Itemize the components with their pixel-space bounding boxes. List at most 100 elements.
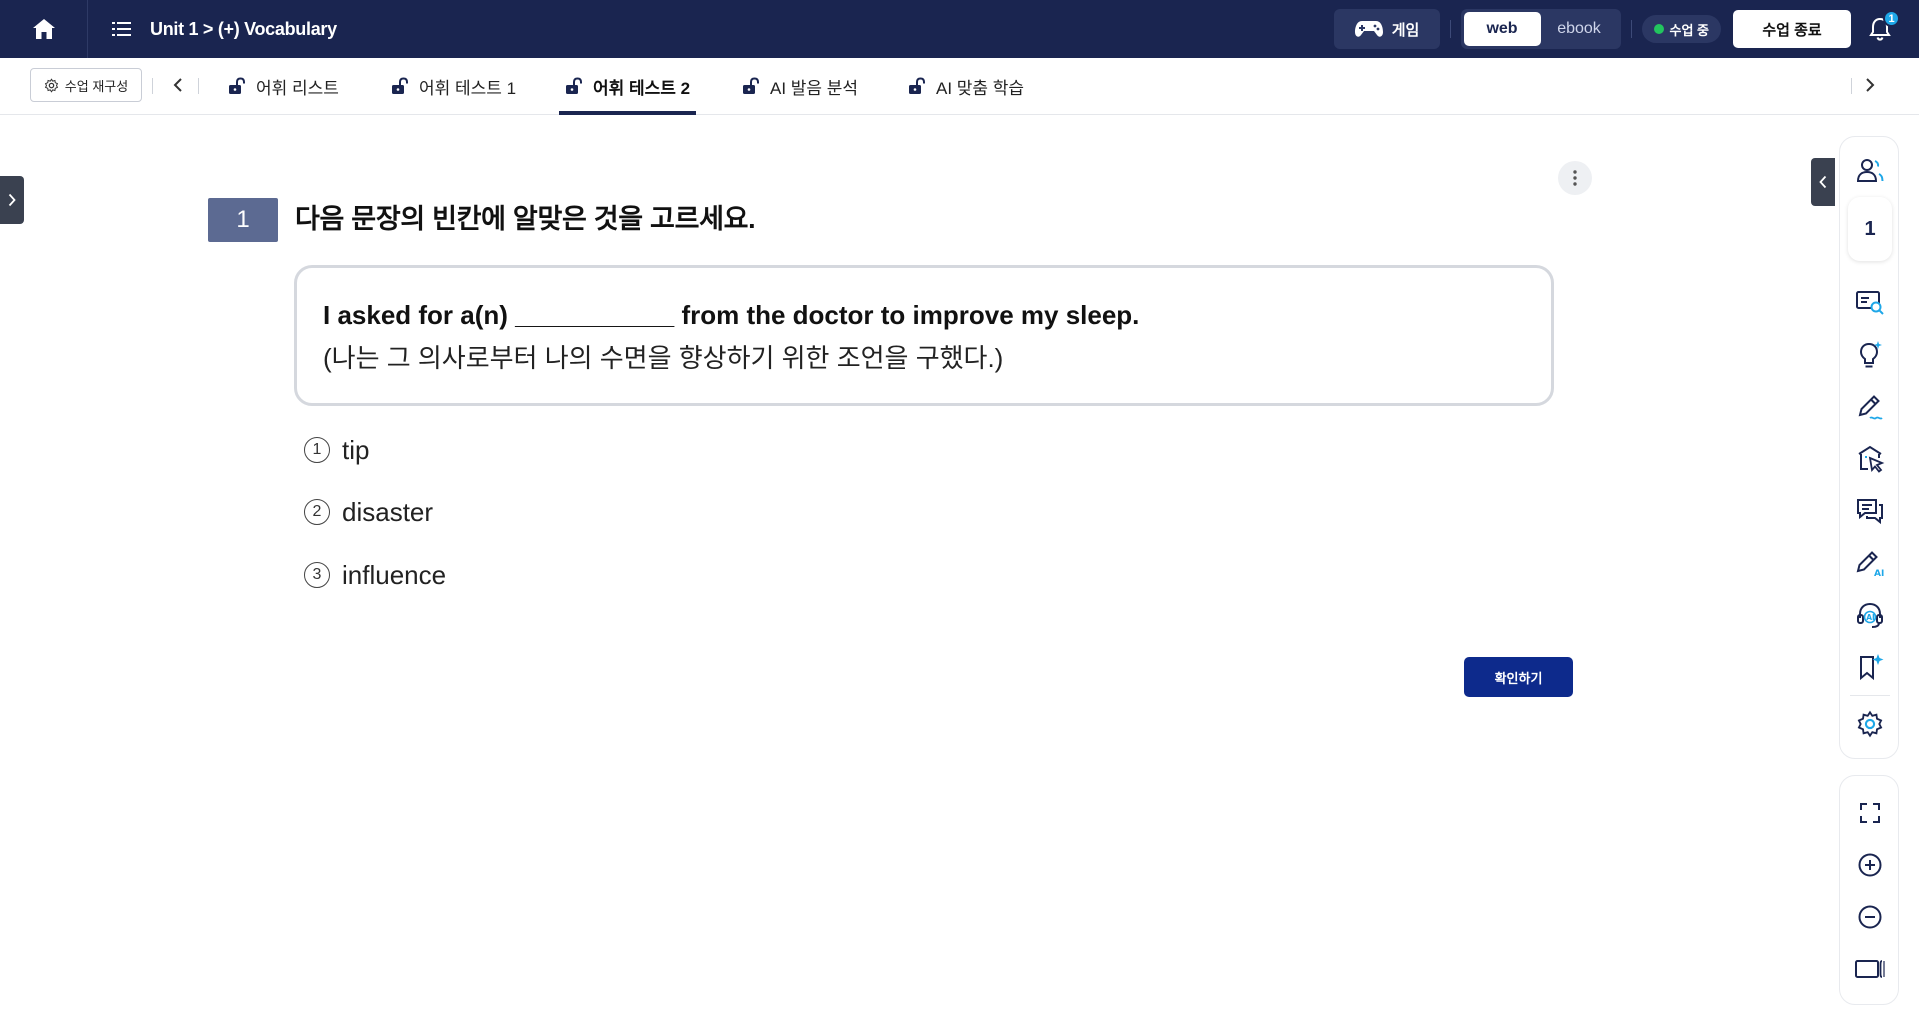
- chat-icon: [1857, 499, 1883, 525]
- chat-button[interactable]: [1849, 490, 1891, 532]
- question-title: 다음 문장의 빈칸에 알맞은 것을 고르세요.: [295, 204, 756, 234]
- fullscreen-icon: [1860, 803, 1880, 823]
- chevron-left-icon: [1819, 175, 1827, 189]
- divider: [1850, 695, 1890, 696]
- pen-icon: [1858, 395, 1883, 420]
- choice-text: tip: [342, 434, 370, 465]
- idea-icon: [1859, 341, 1882, 368]
- ai-speaking-button[interactable]: AI: [1849, 594, 1891, 636]
- ai-headset-icon: AI: [1857, 602, 1883, 628]
- unlock-icon: [392, 77, 408, 94]
- right-drawer-toggle[interactable]: [1811, 158, 1835, 206]
- tab-ai-custom-learning[interactable]: AI 맞춤 학습: [902, 58, 1030, 114]
- tab-bar: 수업 재구성 어휘 리스트 어휘 테스트 1 어휘 테스트 2 AI 발음 분석…: [0, 58, 1919, 115]
- mode-toggle: web ebook: [1460, 9, 1621, 49]
- question-number: 1: [208, 198, 278, 242]
- more-options-button[interactable]: [1558, 161, 1592, 195]
- tab-vocab-list[interactable]: 어휘 리스트: [222, 58, 345, 114]
- mode-web-option[interactable]: web: [1463, 12, 1541, 46]
- question-passage-box: I asked for a(n) ___________ from the do…: [294, 265, 1554, 406]
- svg-text:AI: AI: [1866, 613, 1875, 622]
- divider: [152, 78, 153, 94]
- choice-number-mark: 2: [304, 499, 330, 525]
- choice-text: influence: [342, 559, 447, 590]
- question-sentence-ko: (나는 그 의사로부터 나의 수면을 향상하기 위한 조언을 구했다.): [323, 343, 1004, 373]
- notification-button[interactable]: 1: [1865, 10, 1900, 44]
- divider: [1630, 20, 1632, 38]
- home-button[interactable]: [0, 0, 88, 58]
- mode-ebook-option[interactable]: ebook: [1541, 12, 1618, 46]
- gear-icon: [1857, 710, 1883, 738]
- breadcrumb: Unit 1 > (+) Vocabulary: [150, 18, 337, 39]
- side-panel-button[interactable]: [1849, 948, 1891, 990]
- choice-text: disaster: [342, 496, 434, 527]
- more-vertical-icon: [1573, 170, 1577, 186]
- zoom-out-icon: [1858, 905, 1882, 929]
- chevron-right-icon: [1866, 78, 1875, 92]
- bookmark-button[interactable]: [1849, 646, 1891, 688]
- choice-option[interactable]: 2 disaster: [304, 492, 433, 532]
- left-drawer-toggle[interactable]: [0, 176, 24, 224]
- tab-label: 어휘 테스트 1: [419, 78, 517, 98]
- select-icon: [1858, 445, 1885, 473]
- student-count-badge: 1: [1848, 197, 1892, 261]
- chevron-right-icon: [8, 193, 16, 207]
- tabs-scroll-right-button[interactable]: [1858, 73, 1882, 97]
- game-button[interactable]: 게임: [1333, 9, 1440, 49]
- menu-button[interactable]: [112, 21, 132, 37]
- tab-vocab-test-2[interactable]: 어휘 테스트 2: [559, 58, 697, 115]
- gear-icon: [44, 77, 58, 93]
- reconfigure-class-button[interactable]: 수업 재구성: [30, 68, 142, 102]
- tab-vocab-test-1[interactable]: 어휘 테스트 1: [385, 58, 522, 114]
- end-class-button[interactable]: 수업 종료: [1733, 10, 1851, 48]
- gamepad-icon: [1354, 21, 1383, 37]
- divider: [198, 78, 199, 94]
- tabs-scroll-left-button[interactable]: [166, 73, 190, 97]
- view-tool-panel: [1839, 775, 1899, 1005]
- settings-button[interactable]: [1849, 703, 1891, 745]
- zoom-in-button[interactable]: [1849, 844, 1891, 886]
- zoom-out-button[interactable]: [1849, 896, 1891, 938]
- live-status-label: 수업 중: [1669, 22, 1710, 38]
- selection-tool-button[interactable]: [1849, 438, 1891, 480]
- ai-pen-icon: AI: [1856, 551, 1884, 578]
- chevron-left-icon: [173, 78, 182, 92]
- divider: [1449, 20, 1451, 38]
- unlock-icon: [743, 77, 759, 94]
- choice-option[interactable]: 1 tip: [304, 430, 369, 470]
- screen-search-icon: [1856, 291, 1884, 315]
- choice-number-mark: 3: [304, 562, 330, 588]
- tab-label: AI 맞춤 학습: [936, 78, 1025, 98]
- live-status-badge: 수업 중: [1641, 15, 1721, 43]
- list-icon: [112, 22, 131, 36]
- bookmark-star-icon: [1860, 654, 1884, 681]
- panel-icon: [1855, 960, 1885, 978]
- game-label: 게임: [1391, 21, 1420, 39]
- pen-tool-button[interactable]: [1849, 386, 1891, 428]
- unlock-icon: [566, 77, 582, 94]
- students-icon: [1856, 159, 1884, 182]
- unlock-icon: [909, 77, 925, 94]
- ai-writing-button[interactable]: AI: [1849, 542, 1891, 584]
- choice-number-mark: 1: [304, 437, 330, 463]
- teacher-tool-panel: 1 AI AI: [1839, 136, 1899, 759]
- students-button[interactable]: [1849, 149, 1891, 191]
- tab-label: AI 발음 분석: [770, 78, 859, 98]
- fullscreen-button[interactable]: [1849, 792, 1891, 834]
- reconfigure-label: 수업 재구성: [64, 78, 129, 94]
- divider: [1851, 78, 1852, 94]
- svg-text:AI: AI: [1874, 569, 1884, 578]
- unlock-icon: [229, 77, 245, 94]
- tab-label: 어휘 리스트: [256, 78, 339, 98]
- hint-button[interactable]: [1849, 334, 1891, 376]
- home-icon: [32, 19, 55, 39]
- zoom-in-icon: [1858, 853, 1882, 877]
- confirm-button[interactable]: 확인하기: [1464, 657, 1573, 697]
- notification-badge: 1: [1883, 10, 1900, 27]
- tab-label: 어휘 테스트 2: [593, 78, 691, 98]
- choice-option[interactable]: 3 influence: [304, 555, 446, 595]
- screen-monitor-button[interactable]: [1849, 282, 1891, 324]
- question-sentence-en: I asked for a(n) ___________ from the do…: [323, 300, 1140, 330]
- tab-ai-pronunciation[interactable]: AI 발음 분석: [736, 58, 864, 114]
- live-dot-icon: [1653, 24, 1664, 34]
